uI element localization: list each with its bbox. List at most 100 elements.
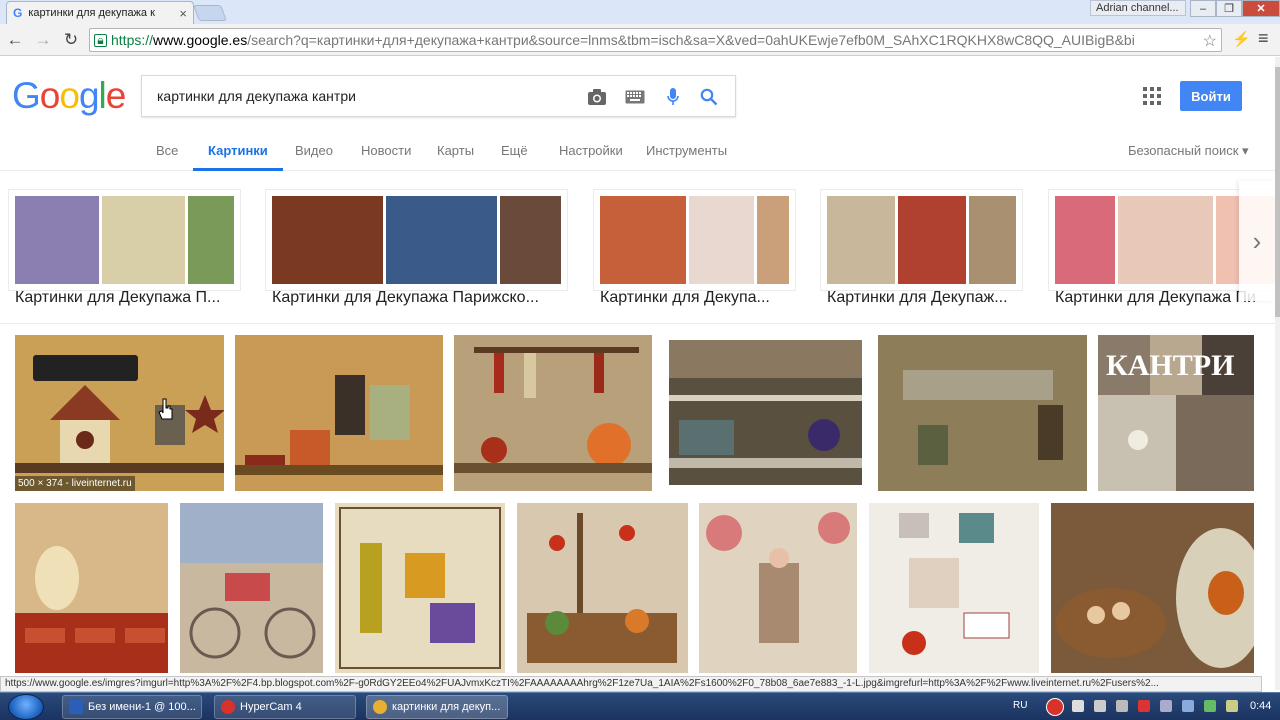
related-card[interactable] bbox=[820, 189, 1023, 291]
close-window-button[interactable]: ✕ bbox=[1242, 0, 1280, 17]
image-result[interactable] bbox=[517, 503, 688, 673]
url-host: www.google.es bbox=[153, 32, 248, 48]
chevron-right-icon[interactable]: › bbox=[1239, 181, 1275, 301]
image-result[interactable] bbox=[235, 335, 443, 491]
related-thumb bbox=[385, 196, 497, 284]
related-card[interactable] bbox=[8, 189, 241, 291]
new-tab-button[interactable] bbox=[193, 5, 227, 21]
stop-icon[interactable] bbox=[1072, 700, 1084, 712]
image-result[interactable] bbox=[878, 335, 1087, 491]
lock-icon: 🔒︎ bbox=[94, 33, 107, 47]
tab-images[interactable]: Картинки bbox=[193, 143, 283, 171]
image-result[interactable]: 500 × 374 - liveinternet.ru bbox=[15, 335, 224, 491]
google-header: Google картинки для декупажа кантри Войт… bbox=[0, 57, 1275, 171]
kitchen-cutouts-illustration bbox=[899, 513, 1010, 655]
image-result[interactable] bbox=[869, 503, 1039, 673]
google-logo[interactable]: Google bbox=[12, 75, 126, 117]
minimize-button[interactable]: – bbox=[1190, 0, 1216, 17]
kitchen-shelf-illustration bbox=[454, 347, 652, 473]
search-icon[interactable] bbox=[698, 86, 720, 108]
search-tabs: Все Картинки Видео Новости Карты Ещё Нас… bbox=[0, 143, 1275, 171]
back-arrow-icon[interactable]: ← bbox=[4, 29, 26, 51]
volume-icon[interactable] bbox=[1182, 700, 1194, 712]
hand-cursor-icon bbox=[158, 398, 173, 420]
related-card[interactable] bbox=[265, 189, 568, 291]
related-thumb bbox=[188, 196, 234, 284]
taskbar-item-hypercam[interactable]: HyperCam 4 bbox=[214, 695, 356, 719]
related-label[interactable]: Картинки для Декупажа П... bbox=[15, 289, 239, 307]
language-indicator[interactable]: RU bbox=[1013, 700, 1027, 711]
tray-icon[interactable] bbox=[1226, 700, 1238, 712]
tab-video[interactable]: Видео bbox=[295, 143, 333, 171]
maximize-button[interactable]: ❐ bbox=[1216, 0, 1242, 17]
image-result[interactable]: КАНТРИ bbox=[1098, 335, 1254, 491]
vegetable-basket-illustration bbox=[527, 513, 677, 663]
taskbar-item-chrome[interactable]: картинки для декуп... bbox=[366, 695, 508, 719]
image-result[interactable] bbox=[454, 335, 652, 491]
image-result[interactable] bbox=[1051, 503, 1254, 673]
image-result[interactable] bbox=[335, 503, 505, 673]
image-result[interactable] bbox=[15, 503, 168, 673]
logo-letter: g bbox=[78, 75, 100, 116]
logo-letter: l bbox=[98, 75, 107, 116]
apps-grid-icon[interactable] bbox=[1143, 87, 1161, 105]
vintage-shelf-illustration bbox=[878, 335, 1087, 491]
forward-arrow-icon[interactable]: → bbox=[32, 29, 54, 51]
roses-birdcage-illustration bbox=[706, 512, 850, 643]
safe-search-dropdown[interactable]: Безопасный поиск ▾ bbox=[1128, 143, 1249, 159]
garden-shed-illustration bbox=[669, 340, 862, 468]
pantry-jars-illustration bbox=[235, 375, 443, 475]
scrollbar-thumb[interactable] bbox=[1275, 67, 1280, 317]
search-box[interactable]: картинки для декупажа кантри bbox=[141, 75, 736, 117]
browser-tab[interactable]: G картинки для декупажа к × bbox=[6, 1, 194, 24]
logo-letter: o bbox=[59, 75, 80, 116]
image-result[interactable] bbox=[669, 340, 862, 485]
tab-all[interactable]: Все bbox=[156, 143, 178, 171]
tab-settings[interactable]: Настройки bbox=[559, 143, 623, 171]
start-button[interactable] bbox=[8, 694, 44, 720]
image-result[interactable] bbox=[180, 503, 323, 673]
windows-taskbar: Без имени-1 @ 100... HyperCam 4 картинки… bbox=[0, 692, 1280, 720]
related-label[interactable]: Картинки для Декупаж... bbox=[827, 289, 1021, 307]
rooster-plate-illustration bbox=[1056, 528, 1254, 668]
related-thumb bbox=[897, 196, 966, 284]
related-thumb bbox=[689, 196, 754, 284]
bookmark-star-icon[interactable]: ☆ bbox=[1199, 31, 1217, 51]
url-scheme: https:// bbox=[111, 32, 154, 48]
tray-icon[interactable] bbox=[1138, 700, 1150, 712]
taskbar-item-photoshop[interactable]: Без имени-1 @ 100... bbox=[62, 695, 202, 719]
related-thumb bbox=[499, 196, 562, 284]
address-bar[interactable]: 🔒︎ https:// www.google.es /search?q=карт… bbox=[89, 28, 1222, 52]
tab-maps[interactable]: Карты bbox=[437, 143, 474, 171]
search-input[interactable]: картинки для декупажа кантри bbox=[157, 88, 356, 104]
related-label[interactable]: Картинки для Декупа... bbox=[600, 289, 794, 307]
url-path: /search?q=картинки+для+декупажа+кантри&s… bbox=[247, 32, 1135, 48]
provence-oil-illustration bbox=[339, 507, 501, 669]
tray-icon[interactable] bbox=[1160, 700, 1172, 712]
related-card[interactable] bbox=[593, 189, 796, 291]
record-pause-icon[interactable] bbox=[1046, 698, 1064, 716]
extension-icon[interactable]: ⚡ bbox=[1232, 30, 1251, 48]
login-button[interactable]: Войти bbox=[1180, 81, 1242, 111]
image-result[interactable] bbox=[699, 503, 857, 673]
camera-icon[interactable] bbox=[586, 86, 608, 108]
network-icon[interactable] bbox=[1204, 700, 1216, 712]
tray-icon[interactable] bbox=[1094, 700, 1106, 712]
microphone-icon[interactable] bbox=[662, 86, 684, 108]
chrome-menu-icon[interactable]: ≡ bbox=[1258, 28, 1269, 49]
related-thumb bbox=[272, 196, 383, 284]
related-thumb bbox=[968, 196, 1016, 284]
photoshop-icon bbox=[69, 700, 83, 714]
logo-letter: G bbox=[12, 75, 41, 116]
tab-news[interactable]: Новости bbox=[361, 143, 411, 171]
tray-icon[interactable] bbox=[1116, 700, 1128, 712]
related-label[interactable]: Картинки для Декупажа Парижско... bbox=[272, 289, 566, 307]
reload-icon[interactable]: ↻ bbox=[60, 29, 82, 51]
keyboard-icon[interactable] bbox=[624, 86, 646, 108]
tab-more[interactable]: Ещё bbox=[501, 143, 528, 171]
tab-tools[interactable]: Инструменты bbox=[646, 143, 727, 171]
page-scrollbar[interactable] bbox=[1275, 57, 1280, 690]
tab-close-icon[interactable]: × bbox=[179, 6, 187, 21]
hypercam-icon bbox=[221, 700, 235, 714]
clock[interactable]: 0:44 bbox=[1250, 700, 1271, 712]
